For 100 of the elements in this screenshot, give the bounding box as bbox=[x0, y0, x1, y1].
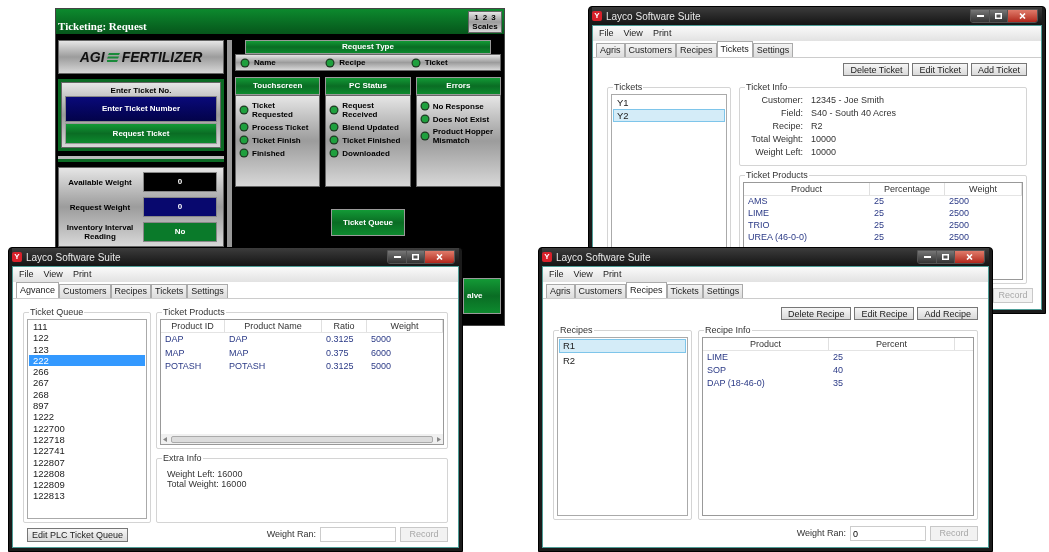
list-item[interactable]: 122741 bbox=[29, 445, 145, 457]
request-option[interactable]: Ticket bbox=[424, 56, 448, 69]
tab[interactable]: Tickets bbox=[716, 41, 753, 57]
list-item[interactable]: 122809 bbox=[29, 479, 145, 491]
edit-queue-button[interactable]: Edit PLC Ticket Queue bbox=[27, 527, 128, 542]
column-header[interactable]: Weight bbox=[945, 183, 1022, 195]
status-label: Finished bbox=[252, 148, 285, 158]
close-button[interactable] bbox=[954, 251, 984, 263]
action-button[interactable]: Add Ticket bbox=[970, 63, 1027, 76]
column-header[interactable]: Product bbox=[703, 338, 829, 350]
tab[interactable]: Recipes bbox=[110, 284, 152, 298]
column-header[interactable]: Product Name bbox=[225, 320, 322, 332]
tab[interactable]: Settings bbox=[702, 284, 744, 298]
app-logo: Y bbox=[592, 11, 602, 21]
tab[interactable]: Customers bbox=[59, 284, 111, 298]
status-label: Downloaded bbox=[342, 148, 390, 158]
status-label: Request Received bbox=[342, 101, 379, 119]
action-button[interactable]: Delete Ticket bbox=[843, 63, 910, 76]
hmi-button[interactable]: alve bbox=[463, 278, 501, 314]
action-button[interactable]: Delete Recipe bbox=[780, 307, 852, 320]
maximize-button[interactable] bbox=[989, 10, 1007, 22]
maximize-icon bbox=[995, 13, 1002, 19]
menu-item[interactable]: Print bbox=[602, 267, 622, 282]
weight-label: Request Weight bbox=[68, 202, 132, 212]
scale-number[interactable]: 3 bbox=[491, 13, 496, 22]
menu-item[interactable]: File bbox=[19, 267, 34, 282]
action-button[interactable]: Edit Recipe bbox=[854, 307, 915, 320]
list-item[interactable]: 268 bbox=[29, 388, 145, 401]
request-option[interactable]: Name bbox=[254, 56, 276, 69]
ticket-number-field[interactable]: Enter Ticket Number bbox=[65, 96, 217, 122]
tab[interactable]: Tickets bbox=[151, 284, 188, 298]
minimize-button[interactable] bbox=[918, 251, 936, 263]
weight-field[interactable] bbox=[320, 527, 396, 542]
list-item[interactable]: 266 bbox=[29, 366, 145, 378]
menu-item[interactable]: Print bbox=[652, 26, 672, 41]
weight-field[interactable]: 0 bbox=[850, 526, 926, 541]
tab[interactable]: Customers bbox=[574, 284, 627, 298]
weight-value[interactable]: 0 bbox=[143, 197, 217, 217]
scales-label[interactable]: Scales bbox=[472, 22, 498, 31]
list-item[interactable]: R1 bbox=[559, 339, 686, 353]
action-button[interactable]: Edit Ticket bbox=[912, 63, 968, 76]
column-header[interactable]: Weight bbox=[367, 320, 443, 332]
column-header[interactable]: Percentage bbox=[870, 183, 945, 195]
list-item[interactable]: 122813 bbox=[29, 490, 145, 502]
table-cell-text: 2500 bbox=[948, 207, 971, 221]
list-item[interactable]: R2 bbox=[559, 354, 686, 368]
close-button[interactable] bbox=[424, 251, 454, 263]
close-button[interactable] bbox=[1007, 10, 1037, 22]
minimize-button[interactable] bbox=[388, 251, 406, 263]
scale-number[interactable]: 2 bbox=[482, 13, 488, 22]
column-header[interactable]: Ratio bbox=[322, 320, 367, 332]
list-item[interactable]: 1222 bbox=[29, 411, 145, 423]
list-item[interactable]: 122808 bbox=[29, 467, 145, 480]
list-item[interactable]: 111 bbox=[29, 321, 145, 333]
list-item[interactable]: 122807 bbox=[29, 456, 145, 468]
list-item[interactable]: 123 bbox=[29, 343, 145, 355]
horizontal-scrollbar[interactable] bbox=[161, 434, 443, 444]
menu-item[interactable]: View bbox=[43, 267, 63, 282]
list-item[interactable]: 897 bbox=[29, 400, 145, 412]
menu-item[interactable]: View bbox=[623, 26, 643, 41]
column-header[interactable]: Product ID bbox=[161, 320, 225, 332]
menu-item[interactable]: File bbox=[599, 26, 614, 41]
tab[interactable]: Customers bbox=[624, 43, 677, 57]
maximize-icon bbox=[942, 254, 949, 260]
tab[interactable]: Recipes bbox=[676, 43, 717, 57]
menu-item[interactable]: Print bbox=[72, 267, 92, 282]
list-item[interactable]: 122718 bbox=[29, 433, 145, 446]
tab[interactable]: Settings bbox=[752, 43, 794, 57]
maximize-button[interactable] bbox=[406, 251, 424, 263]
group-label: Tickets bbox=[613, 82, 644, 92]
tab[interactable]: Agvance bbox=[16, 282, 60, 298]
minimize-icon bbox=[393, 256, 401, 258]
ticket-queue-button[interactable]: Ticket Queue bbox=[331, 209, 405, 236]
info-line: Weight Left: 16000 bbox=[167, 469, 244, 479]
column-header[interactable]: Product bbox=[744, 183, 870, 195]
menu-item[interactable]: View bbox=[573, 267, 593, 282]
tab[interactable]: Recipes bbox=[626, 282, 667, 298]
table-cell-text: 25 bbox=[873, 207, 885, 221]
menu-item[interactable]: File bbox=[549, 267, 564, 282]
tab[interactable]: Settings bbox=[187, 284, 228, 298]
request-ticket-button[interactable]: Request Ticket bbox=[65, 123, 217, 144]
minimize-button[interactable] bbox=[971, 10, 989, 22]
tab[interactable]: Agris bbox=[596, 43, 625, 57]
led-icon bbox=[239, 122, 249, 132]
column-header[interactable]: Percent bbox=[829, 338, 955, 350]
maximize-button[interactable] bbox=[936, 251, 954, 263]
table-cell-text: TRIO bbox=[747, 219, 771, 233]
weight-value[interactable]: No bbox=[143, 222, 217, 242]
scale-number[interactable]: 1 bbox=[474, 13, 479, 22]
table-cell-text: MAP bbox=[164, 346, 186, 360]
info-value: R2 bbox=[811, 121, 824, 131]
tab[interactable]: Agris bbox=[546, 284, 575, 298]
list-item[interactable]: 122700 bbox=[29, 422, 145, 434]
request-option[interactable]: Recipe bbox=[339, 56, 366, 69]
list-item[interactable]: Y1 bbox=[613, 96, 725, 109]
action-button[interactable]: Add Recipe bbox=[917, 307, 978, 320]
list-item[interactable]: 122 bbox=[29, 332, 145, 344]
list-item[interactable]: Y2 bbox=[613, 109, 725, 122]
list-item[interactable]: 267 bbox=[29, 377, 145, 389]
tab[interactable]: Tickets bbox=[666, 284, 703, 298]
